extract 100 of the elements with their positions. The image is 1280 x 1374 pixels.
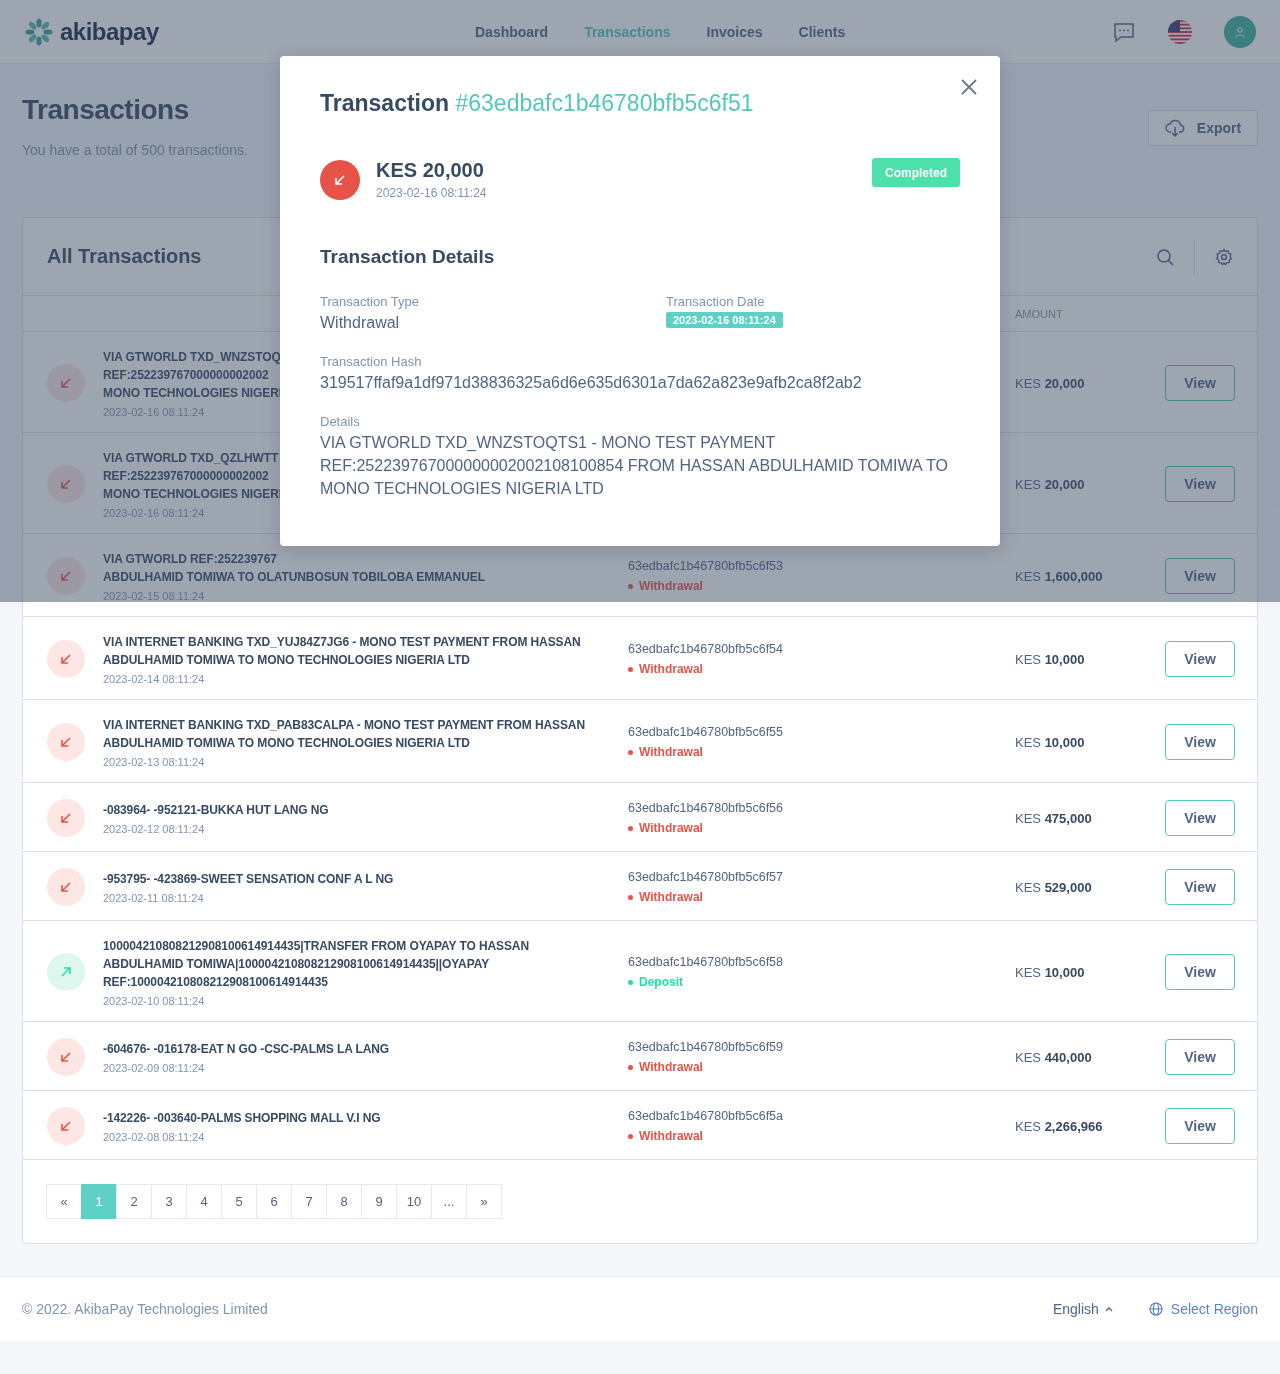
transaction-description: 100004210808212908100614914435|TRANSFER FROM OYAPAY TO HASSAN ABDULHAMID TOMIWA|100004210808212908100614914435||OYAPAY REF:100004210808212908100614914435 [103, 938, 529, 991]
page-button[interactable]: 10 [396, 1184, 432, 1219]
page-button[interactable]: 5 [221, 1184, 257, 1219]
language-selector[interactable]: English [1052, 1301, 1113, 1317]
status-dot [628, 979, 633, 985]
transaction-id: 63edbafc1b46780bfb5c6f59 [628, 1040, 784, 1054]
status-dot [628, 894, 633, 900]
transaction-date: 2023-02-12 08:11:24 [103, 823, 205, 835]
page-button[interactable]: 8 [326, 1184, 362, 1219]
direction-icon [47, 364, 85, 402]
status-dot [628, 1064, 633, 1070]
transaction-date: 2023-02-15 08:11:24 [103, 590, 205, 602]
transaction-amount: KES 20,000 [1015, 375, 1086, 391]
transaction-description: VIA GTWORLD REF:252239767 ABDULHAMID TOMIWA TO OLATUNBOSUN TOBILOBA EMMANUEL [103, 551, 485, 586]
column-header: AMOUNT [1015, 307, 1064, 320]
view-button[interactable]: View [1165, 869, 1235, 905]
region-link[interactable]: Select Region [1148, 1301, 1258, 1317]
status-badge: Completed [872, 158, 960, 187]
section-title: Transaction Details [320, 246, 496, 268]
search-icon[interactable] [1156, 247, 1174, 266]
transaction-amount: KES 475,000 [1015, 810, 1093, 826]
transaction-type: Withdrawal [639, 1060, 703, 1074]
transaction-type: Withdrawal [639, 821, 703, 835]
transaction-id: 63edbafc1b46780bfb5c6f55 [628, 725, 784, 739]
direction-icon [320, 159, 360, 200]
close-icon [960, 78, 978, 96]
status-dot [628, 666, 633, 672]
transaction-date: 2023-02-16 08:11:24 [103, 507, 205, 519]
card-title: All Transactions [47, 245, 202, 268]
field-value: VIA GTWORLD TXD_WNZSTOQTS1 - MONO TEST PAYMENT REF:252239767000000002002108100854 FROM HASSAN ABDULHAMID TOMIWA TO MONO TECHNOLOGIES NIGERIA LTD [320, 433, 949, 499]
page-button[interactable]: « [46, 1184, 82, 1219]
transaction-description: VIA INTERNET BANKING TXD_YUJ84Z7JG6 - MONO TEST PAYMENT FROM HASSAN ABDULHAMID TOMIWA TO MONO TECHNOLOGIES NIGERIA LTD [103, 634, 582, 669]
transaction-date: 2023-02-08 08:11:24 [103, 1131, 205, 1143]
page-button[interactable]: ... [431, 1184, 467, 1219]
transaction-id: 63edbafc1b46780bfb5c6f54 [628, 642, 784, 656]
view-button[interactable]: View [1165, 800, 1235, 836]
view-button[interactable]: View [1165, 954, 1235, 990]
status-dot [628, 583, 633, 589]
transaction-amount: KES 2,266,966 [1015, 1118, 1104, 1134]
view-button[interactable]: View [1165, 1039, 1235, 1075]
page-button[interactable]: 4 [186, 1184, 222, 1219]
transaction-type: Withdrawal [639, 579, 703, 593]
caret-up-icon [1104, 1306, 1113, 1312]
direction-icon [47, 723, 85, 761]
transaction-date: 2023-02-10 08:11:24 [103, 995, 205, 1007]
page-button[interactable]: 2 [116, 1184, 152, 1219]
page-button[interactable]: 7 [291, 1184, 327, 1219]
transaction-type: Withdrawal [639, 1129, 703, 1143]
transaction-date: 2023-02-16 08:11:24 [103, 406, 205, 418]
flag-icon[interactable] [1168, 19, 1192, 44]
transaction-id: 63edbafc1b46780bfb5c6f58 [628, 955, 784, 969]
status-dot [628, 749, 633, 755]
page-subtitle: You have a total of 500 transactions. [22, 142, 248, 158]
transaction-id: 63edbafc1b46780bfb5c6f57 [628, 870, 784, 884]
transaction-type: Withdrawal [639, 662, 703, 676]
avatar[interactable] [1224, 15, 1256, 48]
transaction-date: 2023-02-11 08:11:24 [103, 892, 204, 904]
transaction-description: -142226- -003640-PALMS SHOPPING MALL V.I NG [103, 1110, 381, 1127]
page-button[interactable]: » [466, 1184, 502, 1219]
transaction-amount: KES 10,000 [1015, 734, 1086, 750]
direction-icon [47, 799, 85, 837]
direction-icon [47, 557, 85, 595]
logo-icon [24, 16, 54, 47]
transaction-description: -953795- -423869-SWEET SENSATION CONF A L NG [103, 871, 394, 888]
direction-icon [47, 1107, 85, 1145]
page-title: Transactions [22, 94, 190, 126]
close-button[interactable] [960, 78, 978, 96]
field-label: Details [320, 414, 361, 429]
transaction-description: -604676- -016178-EAT N GO -CSC-PALMS LA LANG [103, 1041, 390, 1058]
copyright-text: © 2022. AkibaPay Technologies Limited [22, 1301, 269, 1317]
transaction-id: 63edbafc1b46780bfb5c6f5a [628, 1109, 784, 1123]
page-button[interactable]: 3 [151, 1184, 187, 1219]
direction-icon [47, 640, 85, 678]
view-button[interactable]: View [1165, 1108, 1235, 1144]
field-label: Transaction Date [666, 294, 766, 309]
field-value: 319517ffaf9a1df971d38836325a6d6e635d6301a7da62a823e9afb2ca8f2ab2 [320, 373, 863, 393]
direction-icon [47, 868, 85, 906]
direction-icon [47, 1038, 85, 1076]
field-value: Withdrawal [320, 313, 401, 333]
settings-icon[interactable] [1215, 247, 1233, 266]
transaction-id: 63edbafc1b46780bfb5c6f53 [628, 559, 784, 573]
page-button[interactable]: 6 [256, 1184, 292, 1219]
transaction-amount: KES 10,000 [1015, 651, 1086, 667]
status-dot [628, 825, 633, 831]
transaction-date: 2023-02-13 08:11:24 [103, 756, 205, 768]
field-label: Transaction Hash [320, 354, 423, 369]
transaction-date: 2023-02-14 08:11:24 [103, 673, 205, 685]
view-button[interactable]: View [1165, 641, 1235, 677]
direction-icon [47, 465, 85, 503]
globe-icon [1148, 1302, 1163, 1316]
direction-icon [47, 953, 85, 991]
transaction-amount: KES 20,000 [1015, 476, 1086, 492]
view-button[interactable]: View [1165, 724, 1235, 760]
status-dot [628, 1133, 633, 1139]
page-button[interactable]: 9 [361, 1184, 397, 1219]
transaction-type: Deposit [639, 975, 683, 989]
modal-amount: KES 20,000 [376, 159, 485, 182]
date-badge: 2023-02-16 08:11:24 [666, 312, 783, 328]
transaction-description: -083964- -952121-BUKKA HUT LANG NG [103, 802, 329, 819]
transaction-description: VIA INTERNET BANKING TXD_PAB83CALPA - MONO TEST PAYMENT FROM HASSAN ABDULHAMID TOMIWA TO MONO TECHNOLOGIES NIGERIA LTD [103, 717, 586, 752]
